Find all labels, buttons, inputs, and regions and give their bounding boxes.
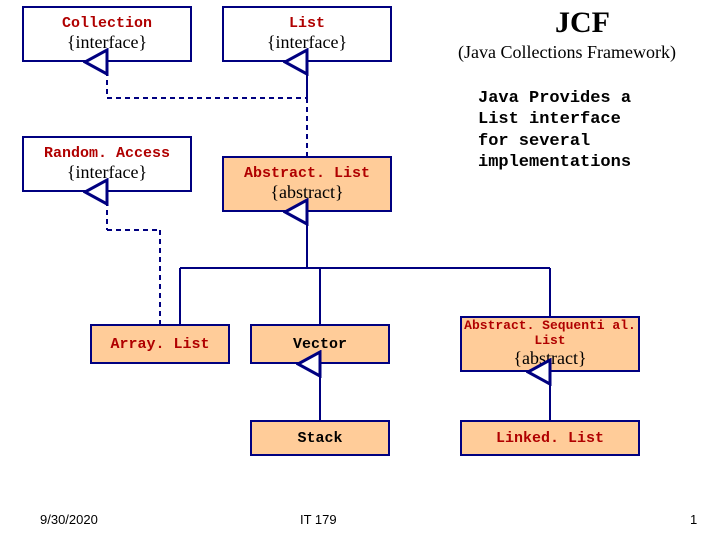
node-stereotype: {interface} [67,32,147,53]
node-label: Abstract. Sequenti al. List [462,319,638,348]
node-label: Vector [293,336,347,353]
page-subtitle: (Java Collections Framework) [458,42,676,63]
description-text: Java Provides a List interface for sever… [478,88,631,173]
node-abstractseqlist: Abstract. Sequenti al. List {abstract} [460,316,640,372]
node-stereotype: {interface} [267,32,347,53]
node-label: Abstract. List [244,165,370,182]
node-collection: Collection {interface} [22,6,192,62]
node-label: Random. Access [44,145,170,162]
footer-page: 1 [690,512,697,527]
page-title: JCF [555,6,610,40]
node-abstractlist: Abstract. List {abstract} [222,156,392,212]
footer-date: 9/30/2020 [40,512,98,527]
node-label: Stack [297,430,342,447]
node-label: Array. List [110,336,209,353]
node-label: Linked. List [496,430,604,447]
edge-children-abstractlist [180,212,550,324]
connectors [0,0,720,540]
footer-course: IT 179 [300,512,337,527]
node-arraylist: Array. List [90,324,230,364]
node-stereotype: {abstract} [513,348,586,369]
node-vector: Vector [250,324,390,364]
edge-list-collection [107,62,307,98]
node-list: List {interface} [222,6,392,62]
node-label: Collection [62,15,152,32]
node-linkedlist: Linked. List [460,420,640,456]
node-label: List [289,15,325,32]
node-stack: Stack [250,420,390,456]
node-stereotype: {interface} [67,162,147,183]
node-stereotype: {abstract} [270,182,343,203]
edge-arraylist-randomaccess [107,192,160,324]
node-randomaccess: Random. Access {interface} [22,136,192,192]
